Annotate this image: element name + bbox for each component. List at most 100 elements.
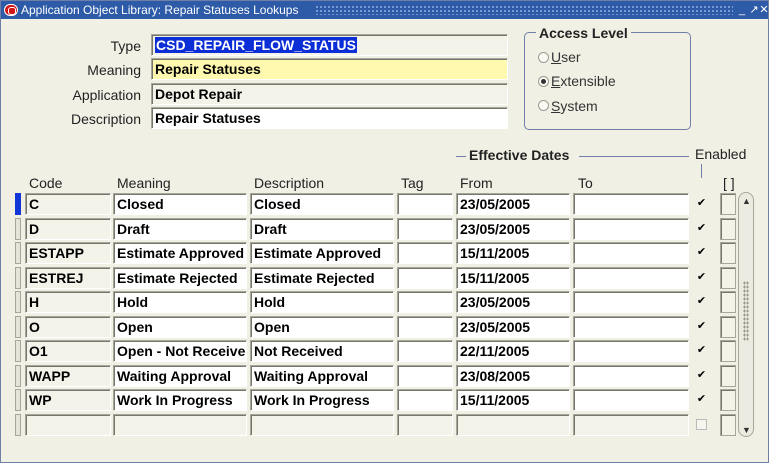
row-indicator[interactable] — [15, 389, 21, 411]
cell-tag[interactable] — [397, 364, 453, 387]
enabled-checkbox[interactable]: ✔ — [696, 296, 707, 307]
cell-code[interactable] — [25, 413, 111, 436]
enabled-checkbox[interactable]: ✔ — [696, 394, 707, 405]
cell-descriptive-flex[interactable] — [720, 193, 736, 215]
enabled-checkbox[interactable]: ✔ — [696, 369, 707, 381]
enabled-checkbox[interactable]: ✔ — [696, 222, 707, 234]
cell-tag[interactable] — [397, 266, 453, 289]
cell-code[interactable]: WP — [25, 389, 111, 411]
cell-to[interactable] — [573, 291, 689, 313]
row-indicator[interactable] — [15, 364, 21, 387]
cell-to[interactable] — [573, 193, 689, 215]
cell-to[interactable] — [573, 315, 689, 338]
cell-description[interactable]: Work In Progress — [250, 389, 394, 411]
oracle-app-icon[interactable] — [4, 4, 18, 16]
radio-extensible-label[interactable]: Extensible — [551, 73, 616, 89]
cell-tag[interactable] — [397, 389, 453, 411]
cell-descriptive-flex[interactable] — [720, 413, 736, 436]
radio-extensible[interactable] — [538, 76, 549, 87]
cell-meaning[interactable] — [113, 413, 247, 436]
cell-meaning[interactable]: Draft — [113, 217, 247, 240]
cell-from[interactable]: 15/11/2005 — [456, 266, 570, 289]
row-indicator[interactable] — [15, 315, 21, 338]
cell-from[interactable]: 15/11/2005 — [456, 389, 570, 411]
cell-descriptive-flex[interactable] — [720, 340, 736, 362]
enabled-checkbox[interactable]: ✔ — [696, 345, 707, 356]
cell-meaning[interactable]: Work In Progress — [113, 389, 247, 411]
cell-from[interactable] — [456, 413, 570, 436]
cell-description[interactable]: Hold — [250, 291, 394, 313]
row-indicator[interactable] — [15, 413, 21, 436]
cell-to[interactable] — [573, 389, 689, 411]
cell-descriptive-flex[interactable] — [720, 217, 736, 240]
cell-description[interactable]: Draft — [250, 217, 394, 240]
cell-meaning[interactable]: Open — [113, 315, 247, 338]
cell-descriptive-flex[interactable] — [720, 242, 736, 264]
close-icon[interactable]: ✕ — [758, 3, 769, 17]
enabled-checkbox[interactable] — [696, 418, 707, 430]
cell-code[interactable]: O1 — [25, 340, 111, 362]
cell-descriptive-flex[interactable] — [720, 266, 736, 289]
cell-description[interactable]: Closed — [250, 193, 394, 215]
radio-system-label[interactable]: System — [551, 98, 598, 114]
cell-descriptive-flex[interactable] — [720, 315, 736, 338]
scroll-up-icon[interactable]: ▲ — [742, 196, 751, 206]
scroll-down-icon[interactable]: ▼ — [742, 425, 751, 435]
scroll-grip[interactable] — [743, 281, 749, 341]
minimize-icon[interactable]: _ — [736, 3, 748, 17]
description-field[interactable]: Repair Statuses — [151, 107, 508, 129]
cell-from[interactable]: 22/11/2005 — [456, 340, 570, 362]
cell-meaning[interactable]: Estimate Rejected — [113, 266, 247, 289]
cell-code[interactable]: C — [25, 193, 111, 215]
enabled-checkbox[interactable]: ✔ — [696, 271, 707, 283]
cell-description[interactable]: Not Received — [250, 340, 394, 362]
cell-to[interactable] — [573, 364, 689, 387]
type-field[interactable]: CSD_REPAIR_FLOW_STATUS — [151, 34, 508, 56]
row-indicator[interactable] — [15, 242, 21, 264]
cell-meaning[interactable]: Open - Not Received — [113, 340, 247, 362]
cell-code[interactable]: ESTAPP — [25, 242, 111, 264]
cell-code[interactable]: H — [25, 291, 111, 313]
cell-from[interactable]: 23/05/2005 — [456, 217, 570, 240]
meaning-field[interactable]: Repair Statuses — [151, 58, 508, 80]
cell-description[interactable]: Open — [250, 315, 394, 338]
row-indicator[interactable] — [15, 291, 21, 313]
cell-meaning[interactable]: Estimate Approved — [113, 242, 247, 264]
title-bar[interactable]: Application Object Library: Repair Statu… — [1, 1, 769, 19]
cell-code[interactable]: D — [25, 217, 111, 240]
cell-to[interactable] — [573, 217, 689, 240]
cell-tag[interactable] — [397, 315, 453, 338]
row-indicator[interactable] — [15, 217, 21, 240]
cell-to[interactable] — [573, 266, 689, 289]
cell-descriptive-flex[interactable] — [720, 291, 736, 313]
cell-to[interactable] — [573, 242, 689, 264]
cell-code[interactable]: ESTREJ — [25, 266, 111, 289]
cell-descriptive-flex[interactable] — [720, 364, 736, 387]
enabled-checkbox[interactable]: ✔ — [696, 198, 707, 209]
row-indicator[interactable] — [15, 266, 21, 289]
cell-from[interactable]: 23/05/2005 — [456, 315, 570, 338]
cell-description[interactable]: Waiting Approval — [250, 364, 394, 387]
enabled-checkbox[interactable]: ✔ — [696, 247, 707, 258]
cell-tag[interactable] — [397, 193, 453, 215]
cell-description[interactable]: Estimate Rejected — [250, 266, 394, 289]
cell-from[interactable]: 23/05/2005 — [456, 291, 570, 313]
enabled-checkbox[interactable]: ✔ — [696, 320, 707, 332]
cell-meaning[interactable]: Hold — [113, 291, 247, 313]
radio-user[interactable] — [538, 52, 549, 63]
vertical-scrollbar[interactable]: ▲ ▼ — [738, 192, 754, 437]
cell-from[interactable]: 23/08/2005 — [456, 364, 570, 387]
cell-tag[interactable] — [397, 413, 453, 436]
cell-from[interactable]: 23/05/2005 — [456, 193, 570, 215]
radio-system[interactable] — [538, 100, 549, 111]
cell-description[interactable]: Estimate Approved — [250, 242, 394, 264]
row-indicator[interactable] — [15, 340, 21, 362]
cell-meaning[interactable]: Waiting Approval — [113, 364, 247, 387]
cell-meaning[interactable]: Closed — [113, 193, 247, 215]
cell-tag[interactable] — [397, 340, 453, 362]
application-field[interactable]: Depot Repair — [151, 83, 508, 105]
cell-from[interactable]: 15/11/2005 — [456, 242, 570, 264]
cell-code[interactable]: O — [25, 315, 111, 338]
cell-description[interactable] — [250, 413, 394, 436]
row-indicator[interactable] — [15, 193, 21, 215]
